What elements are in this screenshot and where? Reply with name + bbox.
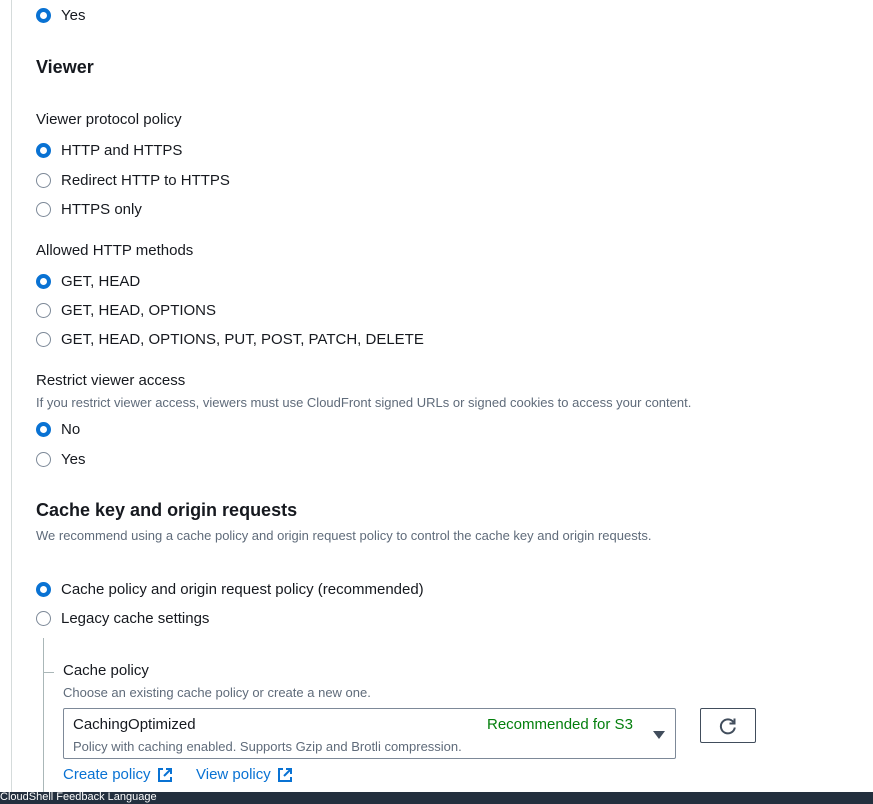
indent-tick [44, 672, 54, 673]
restrict-viewer-access-description: If you restrict viewer access, viewers m… [36, 395, 692, 410]
radio-all-methods[interactable]: GET, HEAD, OPTIONS, PUT, POST, PATCH, DE… [36, 329, 424, 349]
radio-restrict-yes[interactable]: Yes [36, 449, 85, 469]
radio-legacy-cache-settings[interactable]: Legacy cache settings [36, 608, 209, 628]
restrict-viewer-access-label: Restrict viewer access [36, 372, 186, 389]
radio-cache-policy-recommended[interactable]: Cache policy and origin request policy (… [36, 579, 424, 599]
radio-indicator[interactable] [36, 331, 51, 347]
external-link-icon [277, 767, 292, 782]
radio-get-head[interactable]: GET, HEAD [36, 271, 140, 291]
recommended-tag: Recommended for S3 [487, 716, 633, 733]
cache-policy-description: Choose an existing cache policy or creat… [63, 685, 371, 700]
external-link-icon [157, 767, 172, 782]
radio-label: HTTP and HTTPS [61, 141, 183, 159]
radio-label: Yes [61, 450, 86, 468]
radio-top-yes[interactable]: Yes [36, 5, 85, 25]
radio-label: Legacy cache settings [61, 609, 210, 627]
radio-label: No [61, 420, 81, 438]
radio-redirect-http-to-https[interactable]: Redirect HTTP to HTTPS [36, 170, 230, 190]
radio-label: HTTPS only [61, 200, 142, 218]
radio-indicator[interactable] [36, 421, 51, 437]
select-value: CachingOptimized [73, 716, 196, 733]
refresh-button[interactable] [700, 708, 756, 743]
radio-label: Redirect HTTP to HTTPS [61, 171, 230, 189]
view-policy-link-label: View policy [196, 766, 271, 783]
radio-label: GET, HEAD, OPTIONS [61, 301, 217, 319]
radio-get-head-options[interactable]: GET, HEAD, OPTIONS [36, 300, 216, 320]
radio-indicator[interactable] [36, 201, 51, 217]
viewer-heading: Viewer [36, 57, 94, 77]
radio-indicator[interactable] [36, 7, 51, 23]
radio-label: GET, HEAD [61, 272, 141, 290]
allowed-http-methods-label: Allowed HTTP methods [36, 242, 194, 259]
radio-indicator[interactable] [36, 273, 51, 289]
radio-indicator[interactable] [36, 610, 51, 626]
radio-indicator[interactable] [36, 302, 51, 318]
radio-https-only[interactable]: HTTPS only [36, 199, 142, 219]
create-policy-link[interactable]: Create policy [63, 766, 173, 783]
cache-key-heading: Cache key and origin requests [36, 500, 298, 520]
cache-policy-select[interactable]: CachingOptimized Recommended for S3 Poli… [63, 708, 676, 759]
radio-label: Yes [61, 6, 86, 24]
radio-indicator[interactable] [36, 451, 51, 467]
select-value-description: Policy with caching enabled. Supports Gz… [73, 739, 462, 754]
radio-indicator[interactable] [36, 172, 51, 188]
radio-label: Cache policy and origin request policy (… [61, 580, 424, 598]
indent-line [43, 638, 44, 792]
viewer-protocol-policy-label: Viewer protocol policy [36, 111, 182, 128]
left-border [11, 0, 12, 792]
footer-text[interactable]: CloudShell Feedback Language [0, 792, 157, 803]
radio-restrict-no[interactable]: No [36, 419, 80, 439]
cache-key-description: We recommend using a cache policy and or… [36, 528, 652, 543]
radio-indicator[interactable] [36, 142, 51, 158]
console-footer: CloudShell Feedback Language [0, 792, 873, 804]
create-policy-link-label: Create policy [63, 766, 151, 783]
cache-policy-label: Cache policy [63, 662, 149, 679]
radio-label: GET, HEAD, OPTIONS, PUT, POST, PATCH, DE… [61, 330, 424, 348]
refresh-icon [719, 717, 736, 734]
caret-down-icon [653, 731, 665, 739]
radio-indicator[interactable] [36, 581, 51, 597]
radio-http-and-https[interactable]: HTTP and HTTPS [36, 140, 182, 160]
view-policy-link[interactable]: View policy [196, 766, 293, 783]
